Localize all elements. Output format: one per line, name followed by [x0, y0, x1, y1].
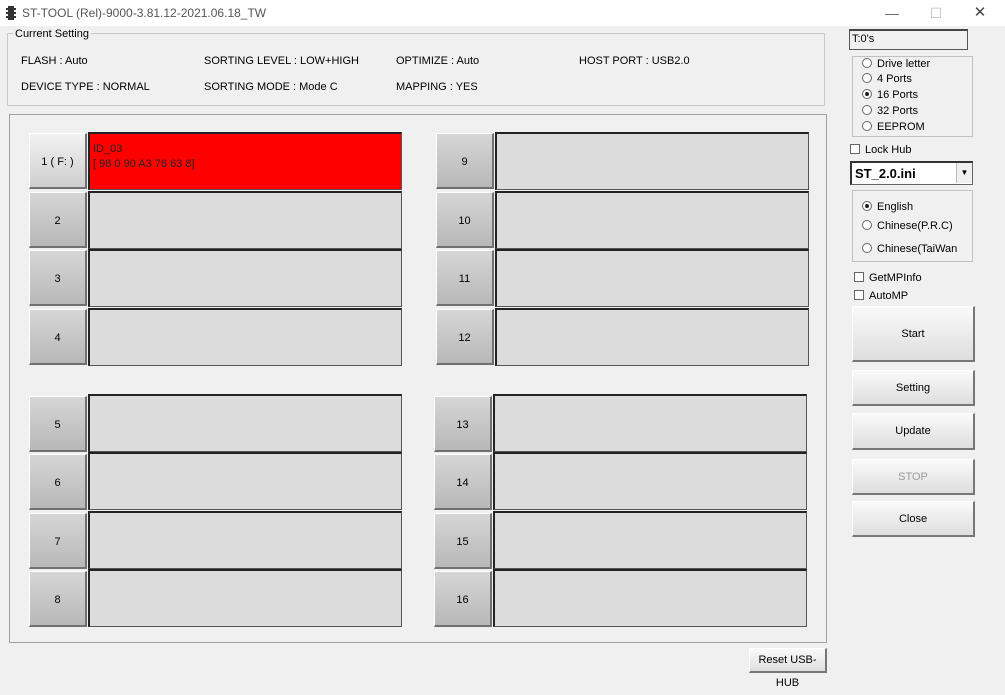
current-setting-group [7, 33, 825, 106]
minimize-button[interactable]: — [870, 0, 914, 26]
port-button-4[interactable]: 4 [29, 309, 87, 365]
radio-label: EEPROM [877, 121, 925, 133]
radio-label: Chinese(TaiWan [877, 243, 958, 255]
get-mp-info-checkbox[interactable]: GetMPInfo [854, 271, 922, 286]
close-button[interactable]: Close [852, 501, 975, 537]
port-status-1-line1: ID_03 [93, 143, 123, 155]
app-icon [6, 6, 16, 20]
port-button-9[interactable]: 9 [436, 133, 494, 189]
port-status-14 [493, 452, 807, 510]
close-window-button[interactable]: ✕ [958, 0, 1002, 26]
port-status-2 [88, 191, 402, 249]
port-status-10 [495, 191, 809, 249]
port-button-15[interactable]: 15 [434, 513, 492, 569]
port-status-5 [88, 394, 402, 452]
radio-label: English [877, 201, 914, 213]
sorting-mode-setting: SORTING MODE : Mode C [204, 81, 338, 93]
radio-label: 4 Ports [877, 73, 912, 85]
radio-circle[interactable] [862, 121, 872, 131]
radio-circle[interactable] [862, 73, 872, 83]
ini-file-value: ST_2.0.ini [855, 166, 916, 181]
port-button-8[interactable]: 8 [29, 571, 87, 627]
update-button[interactable]: Update [852, 413, 975, 450]
checkbox-label: AutoMP [869, 290, 909, 302]
maximize-button[interactable]: ☐ [914, 0, 958, 26]
reset-usb-hub-button[interactable]: Reset USB-HUB [749, 648, 827, 689]
radio-circle[interactable] [862, 89, 872, 99]
lock-hub-checkbox[interactable]: Lock Hub [850, 143, 911, 158]
checkbox-box[interactable] [854, 290, 864, 300]
port-button-12[interactable]: 12 [436, 309, 494, 365]
radio-drive-letter[interactable]: Drive letter [862, 57, 930, 72]
radio-label: Chinese(P.R.C) [877, 220, 953, 232]
radio-circle[interactable] [862, 105, 872, 115]
ini-file-select[interactable]: ST_2.0.ini ▼ [850, 161, 973, 185]
checkbox-box[interactable] [854, 272, 864, 282]
port-status-7 [88, 511, 402, 569]
port-button-2[interactable]: 2 [29, 192, 87, 248]
radio-16-ports[interactable]: 16 Ports [862, 88, 918, 103]
sorting-level-setting: SORTING LEVEL : LOW+HIGH [204, 55, 359, 67]
radio-label: 16 Ports [877, 89, 918, 101]
port-status-16 [493, 569, 807, 627]
optimize-setting: OPTIMIZE : Auto [396, 55, 480, 67]
radio-circle[interactable] [862, 201, 872, 211]
port-status-1-line2: [ 98 0 90 A3 76 63 8] [93, 158, 195, 170]
port-status-3 [88, 249, 402, 307]
radio-label: Drive letter [877, 58, 931, 70]
auto-mp-checkbox[interactable]: AutoMP [854, 289, 908, 304]
port-status-13 [493, 394, 807, 452]
checkbox-label: Lock Hub [865, 144, 912, 156]
port-button-10[interactable]: 10 [436, 192, 494, 248]
port-status-8 [88, 569, 402, 627]
port-button-7[interactable]: 7 [29, 513, 87, 569]
chevron-down-icon[interactable]: ▼ [956, 163, 972, 183]
port-status-15 [493, 511, 807, 569]
port-status-11 [495, 249, 809, 307]
port-button-1[interactable]: 1 ( F: ) [29, 133, 87, 189]
port-status-1: ID_03 [ 98 0 90 A3 76 63 8] [88, 132, 402, 190]
port-status-9 [495, 132, 809, 190]
stop-button[interactable]: STOP [852, 459, 975, 495]
start-button[interactable]: Start [852, 306, 975, 362]
port-status-12 [495, 308, 809, 366]
port-button-11[interactable]: 11 [436, 250, 494, 306]
port-button-14[interactable]: 14 [434, 454, 492, 510]
radio-chinese-taiwan[interactable]: Chinese(TaiWan [862, 242, 957, 257]
port-button-5[interactable]: 5 [29, 396, 87, 452]
radio-eeprom[interactable]: EEPROM [862, 120, 925, 135]
port-button-13[interactable]: 13 [434, 396, 492, 452]
radio-label: 32 Ports [877, 105, 918, 117]
port-button-3[interactable]: 3 [29, 250, 87, 306]
port-status-4 [88, 308, 402, 366]
radio-32-ports[interactable]: 32 Ports [862, 104, 918, 119]
current-setting-legend: Current Setting [13, 28, 91, 40]
checkbox-box[interactable] [850, 144, 860, 154]
radio-circle[interactable] [862, 243, 872, 253]
radio-english[interactable]: English [862, 200, 913, 215]
timer-display: T:0's [849, 29, 968, 50]
window-title: ST-TOOL (Rel)-9000-3.81.12-2021.06.18_TW [22, 6, 267, 20]
device-type-setting: DEVICE TYPE : NORMAL [21, 81, 150, 93]
radio-circle[interactable] [862, 220, 872, 230]
port-button-6[interactable]: 6 [29, 454, 87, 510]
port-status-6 [88, 452, 402, 510]
port-button-16[interactable]: 16 [434, 571, 492, 627]
mapping-setting: MAPPING : YES [396, 81, 478, 93]
setting-button[interactable]: Setting [852, 370, 975, 406]
radio-chinese-prc[interactable]: Chinese(P.R.C) [862, 219, 953, 234]
host-port-setting: HOST PORT : USB2.0 [579, 55, 690, 67]
flash-setting: FLASH : Auto [21, 55, 88, 67]
radio-4-ports[interactable]: 4 Ports [862, 72, 912, 87]
checkbox-label: GetMPInfo [869, 272, 922, 284]
radio-circle[interactable] [862, 58, 872, 68]
